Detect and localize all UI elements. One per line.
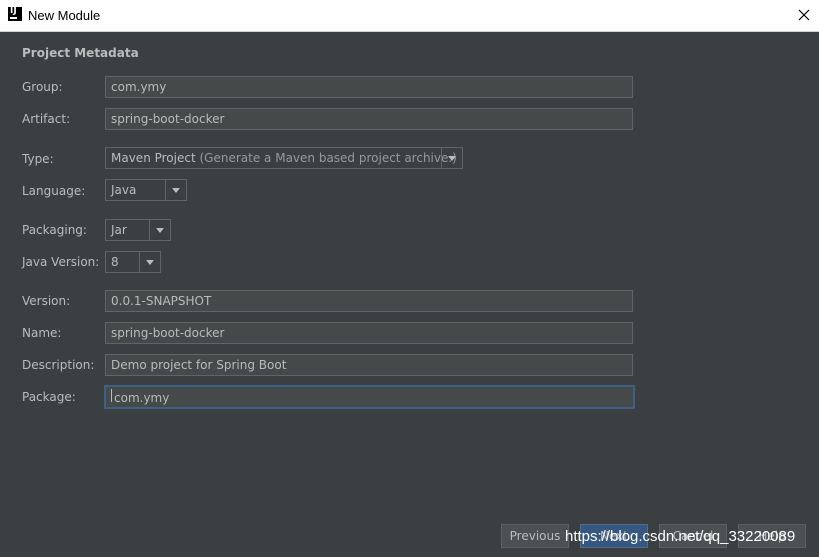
chevron-down-icon[interactable]: [441, 148, 462, 168]
package-label: Package:: [22, 390, 76, 404]
chevron-down-icon[interactable]: [165, 180, 186, 200]
section-title: Project Metadata: [22, 46, 139, 60]
window-title: New Module: [28, 8, 101, 23]
java-version-dropdown[interactable]: 8: [105, 251, 161, 273]
previous-button[interactable]: Previous: [501, 524, 569, 548]
chevron-down-icon[interactable]: [149, 220, 170, 240]
artifact-field[interactable]: spring-boot-docker: [105, 108, 633, 130]
package-field[interactable]: com.ymy: [104, 385, 635, 409]
java-version-label: Java Version:: [22, 255, 100, 269]
version-label: Version:: [22, 294, 71, 308]
packaging-dropdown[interactable]: Jar: [105, 219, 171, 241]
watermark: https://blog.csdn.net/qq_33220089: [565, 528, 796, 545]
group-value: com.ymy: [111, 80, 167, 94]
package-value: com.ymy: [114, 391, 170, 405]
java-version-value: 8: [111, 255, 119, 269]
language-value: Java: [111, 183, 137, 197]
description-field[interactable]: Demo project for Spring Boot: [105, 354, 633, 376]
description-label: Description:: [22, 358, 95, 372]
name-value: spring-boot-docker: [111, 326, 225, 340]
close-icon: [798, 9, 810, 21]
artifact-value: spring-boot-docker: [111, 112, 225, 126]
text-caret: [111, 389, 112, 402]
name-field[interactable]: spring-boot-docker: [105, 322, 633, 344]
version-value: 0.0.1-SNAPSHOT: [111, 294, 212, 308]
group-label: Group:: [22, 80, 63, 94]
artifact-label: Artifact:: [22, 112, 71, 126]
group-field[interactable]: com.ymy: [105, 76, 633, 98]
language-dropdown[interactable]: Java: [105, 179, 187, 201]
type-value: Maven Project: [111, 151, 196, 165]
packaging-label: Packaging:: [22, 223, 87, 237]
close-button[interactable]: [789, 0, 819, 31]
title-bar: New Module: [0, 0, 819, 32]
description-value: Demo project for Spring Boot: [111, 358, 287, 372]
type-dropdown[interactable]: Maven Project (Generate a Maven based pr…: [105, 147, 463, 169]
version-field[interactable]: 0.0.1-SNAPSHOT: [105, 290, 633, 312]
intellij-icon: [8, 6, 22, 21]
name-label: Name:: [22, 326, 62, 340]
language-label: Language:: [22, 184, 86, 198]
chevron-down-icon[interactable]: [139, 252, 160, 272]
type-label: Type:: [22, 152, 54, 166]
type-hint: (Generate a Maven based project archive.…: [199, 151, 457, 165]
packaging-value: Jar: [111, 223, 127, 237]
